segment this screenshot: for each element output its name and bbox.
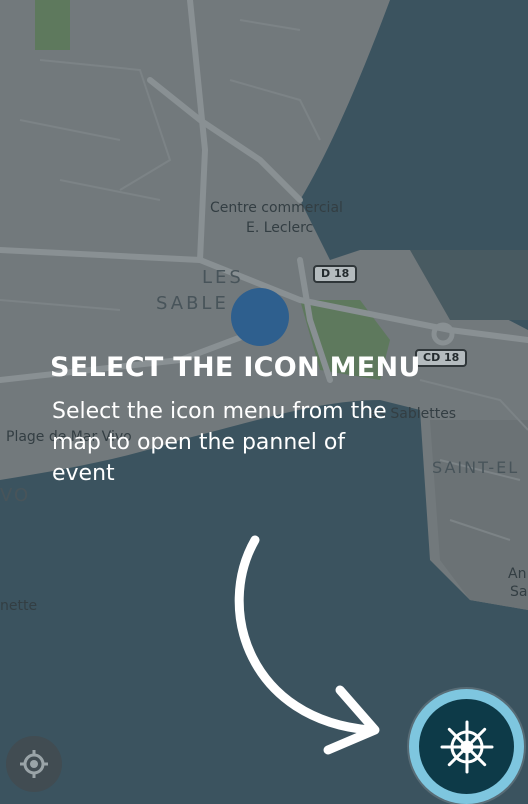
icon-menu-button-inner[interactable]	[419, 699, 514, 794]
map-label-sable: SABLE	[156, 293, 229, 314]
map-label-an: An	[508, 566, 527, 582]
tutorial-title: SELECT THE ICON MENU	[50, 352, 421, 383]
road-shield-d18: D 18	[313, 265, 358, 283]
map-label-leclerc: E. Leclerc	[246, 220, 314, 236]
map-label-vo: VO	[0, 485, 31, 506]
map-label-les: LES	[202, 267, 244, 288]
road-shield-cd18: CD 18	[415, 349, 468, 367]
tutorial-description: Select the icon menu from the map to ope…	[52, 399, 387, 486]
map-label-nette: nette	[0, 598, 38, 614]
ship-wheel-icon	[440, 720, 493, 773]
map-label-sa: Sa	[510, 584, 528, 600]
map-label-saint-el: SAINT-EL	[432, 458, 520, 477]
map-label-centre-commercial: Centre commercial	[210, 200, 343, 216]
locate-me-button[interactable]	[6, 736, 62, 792]
location-pin[interactable]	[231, 288, 289, 346]
crosshair-icon	[20, 750, 48, 778]
icon-menu-button[interactable]	[409, 689, 524, 804]
